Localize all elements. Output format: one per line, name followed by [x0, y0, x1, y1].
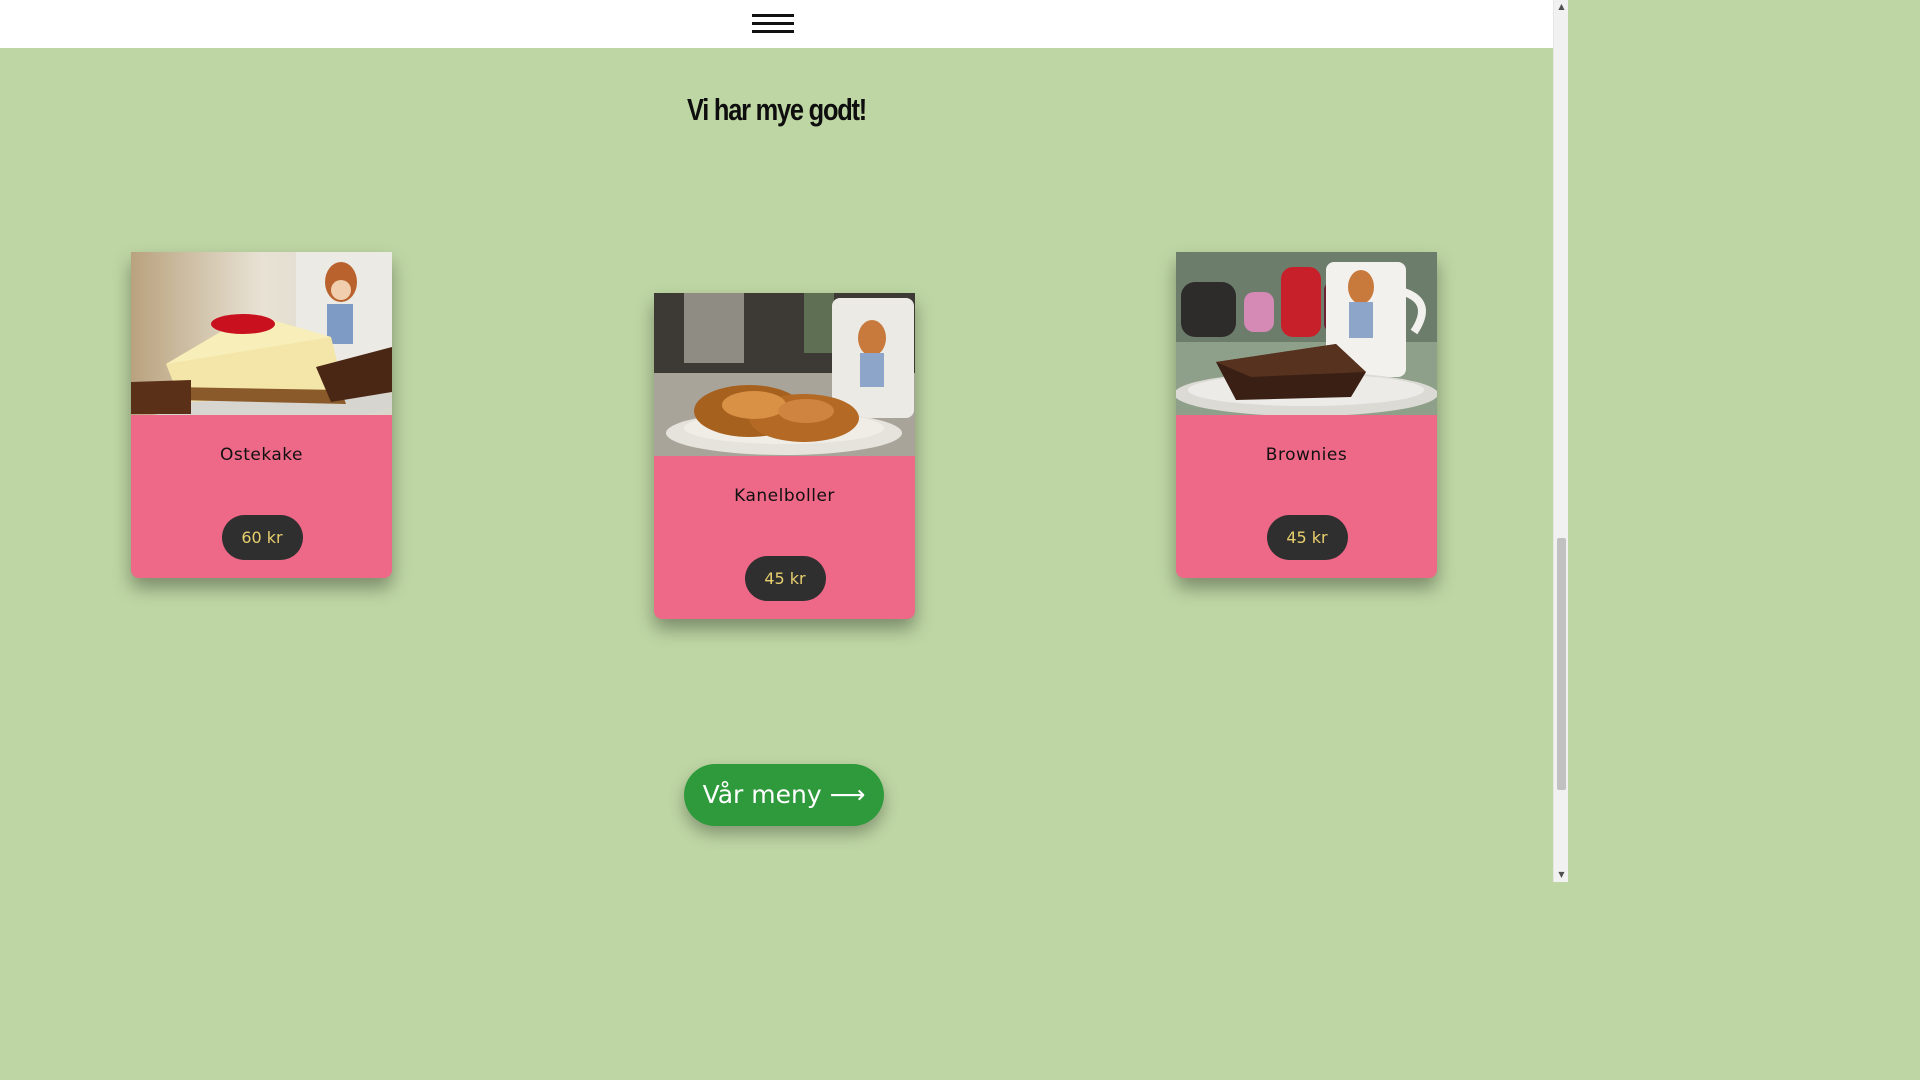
product-card-brownies[interactable]: Brownies 45 kr	[1176, 252, 1437, 578]
product-card-ostekake[interactable]: Ostekake 60 kr	[131, 252, 392, 578]
menu-button[interactable]: Vår meny ⟶	[684, 764, 884, 826]
vertical-scrollbar[interactable]: ▲ ▼	[1553, 0, 1568, 882]
scrollbar-thumb[interactable]	[1557, 538, 1566, 790]
section-title: Vi har mye godt!	[686, 92, 867, 127]
cinnamon-roll-image	[654, 293, 915, 456]
hamburger-line	[752, 14, 794, 17]
hamburger-line	[752, 22, 794, 25]
price-badge[interactable]: 60 kr	[221, 515, 303, 560]
product-card-kanelboller[interactable]: Kanelboller 45 kr	[654, 293, 915, 619]
hamburger-line	[752, 30, 794, 33]
cheesecake-image	[131, 252, 392, 415]
top-navigation-bar	[0, 0, 1553, 48]
product-name: Ostekake	[219, 445, 304, 465]
product-name: Kanelboller	[734, 486, 835, 506]
scroll-down-arrow-icon[interactable]: ▼	[1554, 868, 1569, 882]
product-name: Brownies	[1265, 445, 1348, 465]
price-badge[interactable]: 45 kr	[744, 556, 826, 601]
hamburger-menu-icon[interactable]	[752, 14, 794, 34]
brownie-image	[1176, 252, 1437, 415]
scroll-up-arrow-icon[interactable]: ▲	[1554, 0, 1569, 14]
price-badge[interactable]: 45 kr	[1266, 515, 1348, 560]
